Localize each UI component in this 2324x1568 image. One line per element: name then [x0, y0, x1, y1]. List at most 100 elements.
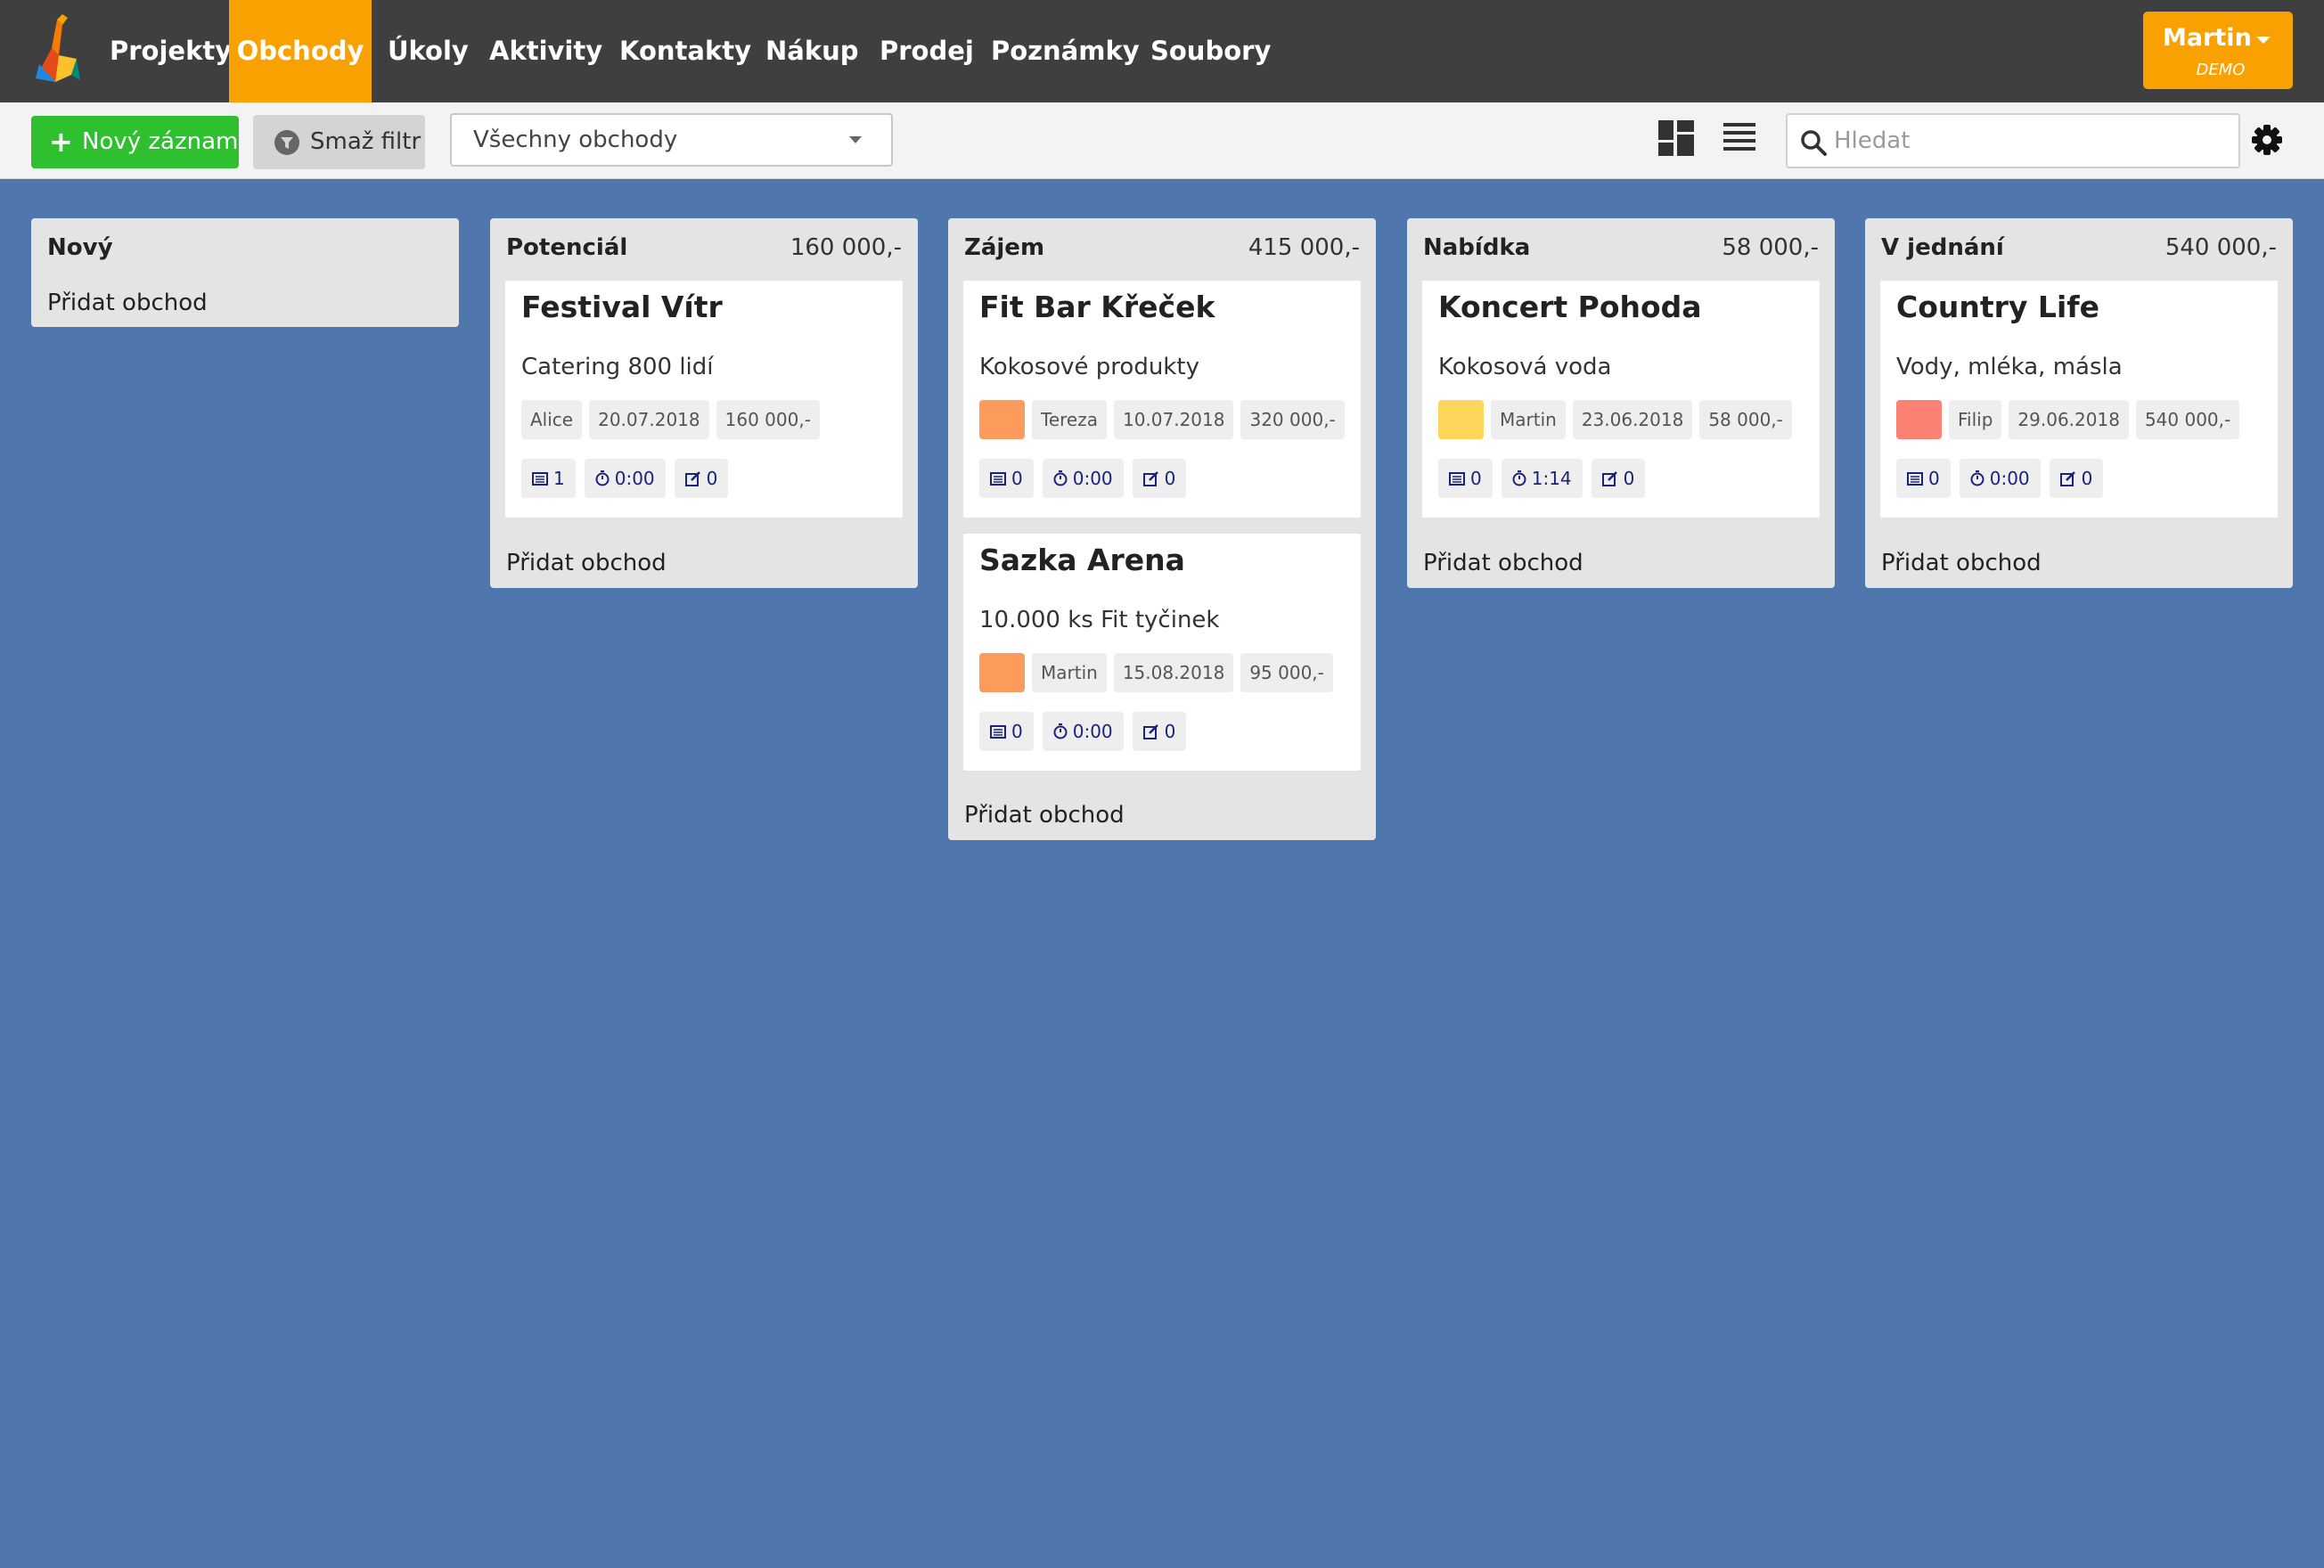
time-tracked[interactable]: 0:00 — [1042, 712, 1124, 751]
time-tracked[interactable]: 0:00 — [584, 459, 666, 498]
deal-amount: 58 000,- — [1699, 400, 1792, 439]
column-title: Zájem — [964, 234, 1045, 261]
deal-color-tag — [1438, 400, 1484, 439]
clear-filter-label: Smaž filtr — [310, 128, 421, 155]
deal-description: 10.000 ks Fit tyčinek — [979, 607, 1220, 633]
notes-value: 0 — [706, 468, 718, 489]
stopwatch-icon — [1970, 470, 1984, 486]
records-count[interactable]: 0 — [1896, 459, 1951, 498]
stopwatch-icon — [595, 470, 610, 486]
deal-card[interactable]: Festival Vítr Catering 800 lidí Alice 20… — [505, 281, 903, 518]
add-deal-link[interactable]: Přidat obchod — [1423, 550, 1583, 576]
notes-value: 0 — [1164, 721, 1176, 742]
deal-card[interactable]: Country Life Vody, mléka, másla Filip 29… — [1880, 281, 2278, 518]
deal-stats: 0 0:00 0 — [979, 712, 1187, 751]
deal-stats: 0 0:00 0 — [1896, 459, 2104, 498]
column-title: Nový — [47, 234, 113, 261]
list-icon — [990, 724, 1006, 739]
add-deal-link[interactable]: Přidat obchod — [1881, 550, 2042, 576]
kanban-view-icon[interactable] — [1658, 120, 1694, 156]
time-tracked[interactable]: 0:00 — [1042, 459, 1124, 498]
notes-count[interactable]: 0 — [1132, 459, 1187, 498]
list-icon — [990, 471, 1006, 486]
user-demo-tag: DEMO — [2196, 61, 2246, 79]
notes-value: 0 — [1623, 468, 1635, 489]
deal-meta: Martin 23.06.2018 58 000,- — [1438, 400, 1792, 439]
plus-icon: + — [49, 125, 73, 159]
deal-description: Catering 800 lidí — [521, 354, 714, 380]
records-count[interactable]: 1 — [521, 459, 576, 498]
search-box[interactable] — [1786, 113, 2240, 168]
deal-filter-select[interactable]: Všechny obchody — [450, 113, 893, 167]
deal-title: Koncert Pohoda — [1438, 290, 1702, 324]
list-icon — [1449, 471, 1465, 486]
deal-card[interactable]: Fit Bar Křeček Kokosové produkty Tereza … — [963, 281, 1361, 518]
deal-amount: 320 000,- — [1240, 400, 1345, 439]
notes-count[interactable]: 0 — [1591, 459, 1646, 498]
deal-meta: Filip 29.06.2018 540 000,- — [1896, 400, 2240, 439]
records-count[interactable]: 0 — [979, 712, 1034, 751]
deal-card[interactable]: Sazka Arena 10.000 ks Fit tyčinek Martin… — [963, 534, 1361, 771]
records-value: 0 — [1011, 468, 1023, 489]
deal-owner: Martin — [1032, 653, 1107, 692]
nav-item-nakup[interactable]: Nákup — [765, 0, 859, 102]
column-potencial: Potenciál 160 000,- Festival Vítr Cateri… — [490, 218, 918, 588]
gear-icon[interactable] — [2251, 124, 2283, 156]
user-name: Martin — [2163, 24, 2252, 52]
column-nabidka: Nabídka 58 000,- Koncert Pohoda Kokosová… — [1407, 218, 1835, 588]
nav-item-obchody[interactable]: Obchody — [229, 0, 372, 102]
deal-stats: 0 1:14 0 — [1438, 459, 1646, 498]
app-logo-icon[interactable] — [32, 12, 80, 82]
deal-amount: 95 000,- — [1240, 653, 1333, 692]
add-deal-link[interactable]: Přidat obchod — [506, 550, 667, 576]
search-icon — [1801, 130, 1827, 156]
clear-filter-button[interactable]: Smaž filtr — [253, 115, 425, 169]
nav-item-kontakty[interactable]: Kontakty — [619, 0, 751, 102]
deal-color-tag — [1896, 400, 1942, 439]
new-record-button[interactable]: + Nový záznam — [31, 116, 239, 168]
records-count[interactable]: 0 — [979, 459, 1034, 498]
column-title: Potenciál — [506, 234, 628, 261]
column-zajem: Zájem 415 000,- Fit Bar Křeček Kokosové … — [948, 218, 1376, 840]
nav-item-projekty[interactable]: Projekty — [110, 0, 232, 102]
deal-meta: Tereza 10.07.2018 320 000,- — [979, 400, 1345, 439]
list-view-icon[interactable] — [1723, 123, 1755, 151]
notes-value: 0 — [1164, 468, 1176, 489]
deal-card[interactable]: Koncert Pohoda Kokosová voda Martin 23.0… — [1422, 281, 1820, 518]
nav-item-prodej[interactable]: Prodej — [880, 0, 974, 102]
notes-count[interactable]: 0 — [1132, 712, 1187, 751]
nav-item-poznamky[interactable]: Poznámky — [991, 0, 1140, 102]
edit-icon — [2059, 470, 2075, 486]
time-tracked[interactable]: 1:14 — [1501, 459, 1583, 498]
nav-item-aktivity[interactable]: Aktivity — [489, 0, 602, 102]
add-deal-link[interactable]: Přidat obchod — [964, 802, 1125, 829]
stopwatch-icon — [1053, 470, 1068, 486]
user-menu-button[interactable]: Martin DEMO — [2143, 12, 2293, 89]
deal-title: Sazka Arena — [979, 543, 1185, 577]
edit-icon — [1601, 470, 1617, 486]
notes-count[interactable]: 0 — [674, 459, 729, 498]
time-value: 1:14 — [1531, 468, 1572, 489]
column-v-jednani: V jednání 540 000,- Country Life Vody, m… — [1865, 218, 2293, 588]
search-input[interactable] — [1834, 124, 2226, 158]
chevron-down-icon — [2256, 37, 2271, 44]
deal-owner: Filip — [1949, 400, 2002, 439]
list-icon — [532, 471, 548, 486]
deal-filter-value: Všechny obchody — [473, 127, 678, 153]
time-value: 0:00 — [614, 468, 655, 489]
add-deal-link[interactable]: Přidat obchod — [47, 290, 208, 316]
stopwatch-icon — [1053, 723, 1068, 739]
list-icon — [1907, 471, 1923, 486]
nav-item-ukoly[interactable]: Úkoly — [388, 0, 469, 102]
top-navbar: Projekty Obchody Úkoly Aktivity Kontakty… — [0, 0, 2324, 102]
notes-value: 0 — [2081, 468, 2093, 489]
notes-count[interactable]: 0 — [2049, 459, 2104, 498]
deal-meta: Alice 20.07.2018 160 000,- — [521, 400, 820, 439]
deal-owner: Alice — [521, 400, 583, 439]
nav-item-soubory[interactable]: Soubory — [1150, 0, 1271, 102]
time-tracked[interactable]: 0:00 — [1959, 459, 2041, 498]
column-sum: 540 000,- — [2164, 234, 2277, 261]
caret-down-icon — [849, 136, 862, 143]
deal-meta: Martin 15.08.2018 95 000,- — [979, 653, 1333, 692]
records-count[interactable]: 0 — [1438, 459, 1493, 498]
